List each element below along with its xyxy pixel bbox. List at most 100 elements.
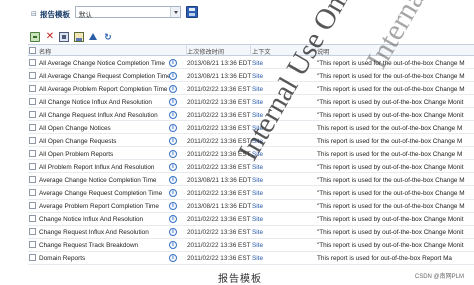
context-link[interactable]: Site [252,255,312,262]
row-checkbox[interactable] [29,110,36,118]
report-name[interactable]: Average Problem Report Completion Time [39,203,177,210]
info-icon[interactable]: i [169,149,177,158]
save-icon[interactable] [186,6,198,18]
row-checkbox[interactable] [29,228,36,236]
row-checkbox[interactable] [29,241,36,249]
report-name[interactable]: All Average Change Request Completion Ti… [39,73,177,80]
select-all-checkbox[interactable] [29,47,36,54]
context-link[interactable]: Site [252,125,312,132]
row-checkbox[interactable] [29,254,36,262]
row-checkbox[interactable] [29,162,36,170]
move-up-icon[interactable] [88,32,98,42]
report-name[interactable]: All Average Problem Report Completion Ti… [39,86,177,93]
column-header-name[interactable]: 名称 [39,47,51,56]
info-icon[interactable]: i [169,136,177,145]
table-row[interactable]: Change Notice Influx And Resolution i 2011… [28,212,474,226]
last-modified: 2011/02/22 13:36 EST [187,150,251,158]
table-row[interactable]: Average Problem Report Completion Time i 2… [28,199,474,213]
column-header-context[interactable]: 上下文 [252,47,271,56]
info-icon[interactable]: i [169,97,177,106]
column-header-modified[interactable]: 上次修改时间 [187,47,224,56]
info-icon[interactable]: i [169,123,177,132]
context-link[interactable]: Site [252,242,312,249]
context-link[interactable]: Site [252,164,312,171]
table-row[interactable]: All Open Change Requests i 2011/02/22 13:3… [28,134,474,148]
row-checkbox[interactable] [29,97,36,105]
refresh-icon[interactable]: ↻ [103,32,113,42]
table-row[interactable]: All Change Notice Influx And Resolution i… [28,95,474,109]
context-link[interactable]: Site [252,99,312,106]
chevron-down-icon[interactable] [170,7,180,17]
report-name[interactable]: Domain Reports [39,255,177,262]
info-icon[interactable]: i [169,84,177,93]
grid-toolbar: ✕ ↻ [28,30,118,44]
report-template-bar: ⊟ 报告模板 默认 [0,0,474,30]
template-select[interactable]: 默认 [75,6,181,19]
report-name[interactable]: All Open Change Requests [39,138,177,145]
table-row[interactable]: All Change Request Influx And Resolution… [28,108,474,122]
report-name[interactable]: Change Notice Influx And Resolution [39,216,177,223]
delete-icon[interactable]: ✕ [45,32,55,42]
context-link[interactable]: Site [252,190,312,197]
table-row[interactable]: All Open Problem Reports i 2011/02/22 13:3… [28,147,474,161]
info-icon[interactable]: i [169,71,177,80]
table-row[interactable]: All Average Change Request Completion Ti… [28,69,474,83]
description: "This report is used by out-of-the-box C… [317,242,464,250]
details-icon[interactable] [59,32,69,42]
info-icon[interactable]: i [169,202,177,211]
report-name[interactable]: All Open Change Notices [39,125,177,132]
context-link[interactable]: Site [252,151,312,158]
context-link[interactable]: Site [252,73,312,80]
info-icon[interactable]: i [169,188,177,197]
info-icon[interactable]: i [169,215,177,224]
row-checkbox[interactable] [29,71,36,79]
row-checkbox[interactable] [29,215,36,223]
row-checkbox[interactable] [29,58,36,66]
report-name[interactable]: Change Request Influx And Resolution [39,229,177,236]
info-icon[interactable]: i [169,58,177,67]
context-link[interactable]: Site [252,86,312,93]
table-row[interactable]: Change Request Influx And Resolution i 201… [28,225,474,239]
report-name[interactable]: Change Request Track Breakdown [39,242,177,249]
report-name[interactable]: Average Change Request Completion Time [39,190,177,197]
description: "This report is used for the out-of-the-… [317,59,465,67]
table-row[interactable]: All Problem Report Influx And Resolution… [28,160,474,174]
description: This report is used for out-of-the-box R… [317,255,452,263]
context-link[interactable]: Site [252,60,312,67]
table-row[interactable]: Average Change Notice Completion Time i 20… [28,173,474,187]
report-name[interactable]: All Average Change Notice Completion Tim… [39,60,177,67]
row-checkbox[interactable] [29,123,36,131]
report-name[interactable]: All Open Problem Reports [39,151,177,158]
row-checkbox[interactable] [29,149,36,157]
info-icon[interactable]: i [169,162,177,171]
export-icon[interactable] [74,32,84,42]
report-name[interactable]: All Change Notice Influx And Resolution [39,99,177,106]
last-modified: 2011/02/22 13:36 EST [187,242,251,250]
table-row[interactable]: All Average Problem Report Completion Ti… [28,82,474,96]
context-link[interactable]: Site [252,177,312,184]
table-row[interactable]: Average Change Request Completion Time i 2… [28,186,474,200]
info-icon[interactable]: i [169,110,177,119]
info-icon[interactable]: i [169,175,177,184]
collapse-icon[interactable]: ⊟ [31,10,37,18]
row-checkbox[interactable] [29,136,36,144]
context-link[interactable]: Site [252,203,312,210]
row-checkbox[interactable] [29,202,36,210]
table-row[interactable]: Domain Reports i 2011/02/22 13:36 EST Site T… [28,251,474,265]
row-checkbox[interactable] [29,175,36,183]
context-link[interactable]: Site [252,216,312,223]
context-link[interactable]: Site [252,229,312,236]
row-checkbox[interactable] [29,84,36,92]
report-name[interactable]: All Change Request Influx And Resolution [39,112,177,119]
table-row[interactable]: All Average Change Notice Completion Tim… [28,56,474,70]
report-name[interactable]: All Problem Report Influx And Resolution [39,164,177,171]
report-name[interactable]: Average Change Notice Completion Time [39,177,177,184]
description: This report is used for the out-of-the-b… [317,124,463,132]
context-link[interactable]: Site [252,138,312,145]
grid-check-icon[interactable] [30,32,40,42]
column-header-description[interactable]: 说明 [317,47,329,56]
context-link[interactable]: Site [252,112,312,119]
row-checkbox[interactable] [29,188,36,196]
table-row[interactable]: Change Request Track Breakdown i 2011/02/2… [28,238,474,252]
table-row[interactable]: All Open Change Notices i 2011/02/22 13:36… [28,121,474,135]
